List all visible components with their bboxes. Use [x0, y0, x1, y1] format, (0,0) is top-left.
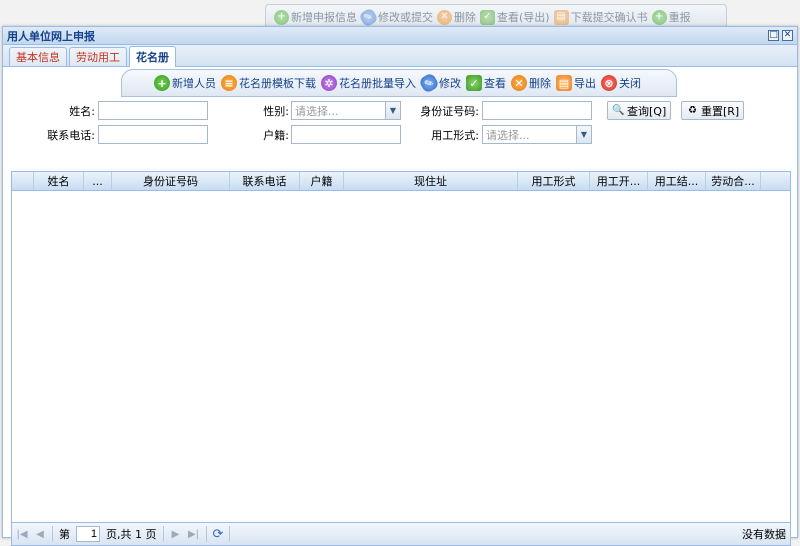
row-number-column: [12, 172, 34, 190]
last-page-icon[interactable]: ▶|: [188, 529, 200, 540]
next-page-icon[interactable]: ▶: [170, 529, 182, 540]
huji-label: 户籍:: [263, 129, 289, 142]
column-header[interactable]: ...: [84, 172, 112, 190]
roster-toolbar: + 新增人员 ≡ 花名册模板下载 ✲ 花名册批量导入 ✎ 修改 ✓ 查看 ✕ 删除 ▤ 导出 …: [121, 69, 677, 97]
column-header[interactable]: 用工开...: [590, 172, 648, 190]
grid-header: 姓名 ... 身份证号码 联系电话 户籍 现住址 用工形式 用工开... 用工结…: [11, 171, 791, 191]
chevron-down-icon[interactable]: ▼: [576, 126, 591, 143]
add-person-button[interactable]: + 新增人员: [154, 75, 216, 91]
plus-icon: +: [651, 9, 667, 25]
export-button[interactable]: ▤ 导出: [556, 75, 596, 91]
refresh-icon[interactable]: ⟳: [213, 527, 224, 542]
close-icon[interactable]: ✕: [782, 30, 793, 41]
divider: [229, 526, 231, 542]
bg-edit-button[interactable]: ✎ 修改或提交: [358, 6, 433, 28]
delete-button[interactable]: ✕ 删除: [511, 75, 551, 91]
batch-import-button[interactable]: ✲ 花名册批量导入: [321, 75, 416, 91]
maximize-icon[interactable]: □: [768, 30, 779, 41]
pagination-bar: |◀ ◀ 第 页,共 1 页 ▶ ▶| ⟳ 没有数据: [11, 522, 791, 546]
pencil-icon: ✎: [358, 6, 379, 28]
page-suffix: 页,共 1 页: [106, 528, 157, 541]
chevron-down-icon[interactable]: ▼: [385, 102, 400, 119]
reset-icon: ♻: [688, 105, 697, 116]
close-button[interactable]: ⊗ 关闭: [601, 75, 641, 91]
column-header[interactable]: 联系电话: [230, 172, 300, 190]
plus-icon: +: [274, 9, 289, 25]
name-input[interactable]: [98, 101, 208, 120]
prev-page-icon[interactable]: ◀: [34, 529, 46, 540]
divider: [162, 526, 164, 542]
close-circle-icon: ⊗: [601, 75, 617, 91]
tab-roster[interactable]: 花名册: [129, 46, 176, 67]
id-number-input[interactable]: [482, 101, 592, 120]
column-header[interactable]: 姓名: [34, 172, 84, 190]
id-number-label: 身份证号码:: [420, 105, 479, 118]
bg-delete-button[interactable]: ✕ 删除: [437, 9, 476, 25]
declaration-window: 用人单位网上申报 □ ✕ 基本信息 劳动用工 花名册 + 新增人员 ≡ 花名册模板下…: [2, 26, 798, 546]
column-header[interactable]: 户籍: [300, 172, 344, 190]
import-icon: ✲: [321, 75, 337, 91]
column-header[interactable]: 劳动合...: [706, 172, 761, 190]
page-prefix: 第: [59, 528, 70, 541]
employment-type-placeholder: 请选择...: [486, 128, 530, 142]
check-icon: ✓: [466, 75, 482, 91]
window-header[interactable]: 用人单位网上申报 □ ✕: [3, 27, 797, 45]
gender-label: 性别:: [263, 105, 289, 118]
delete-icon: ✕: [437, 9, 452, 25]
print-icon: ▤: [553, 9, 569, 25]
template-download-button[interactable]: ≡ 花名册模板下载: [221, 75, 316, 91]
name-label: 姓名:: [69, 105, 95, 118]
tab-basic-info[interactable]: 基本信息: [9, 47, 67, 66]
employment-type-label: 用工形式:: [431, 129, 479, 142]
phone-input[interactable]: [98, 125, 208, 144]
tab-labor-employment[interactable]: 劳动用工: [69, 47, 127, 66]
delete-icon: ✕: [511, 75, 527, 91]
huji-input[interactable]: [291, 125, 401, 144]
filler-column: [761, 172, 790, 190]
column-header[interactable]: 用工结...: [648, 172, 706, 190]
edit-button[interactable]: ✎ 修改: [418, 72, 461, 94]
query-button[interactable]: 🔍 查询[Q]: [607, 101, 672, 120]
view-button[interactable]: ✓ 查看: [466, 75, 506, 91]
list-icon: ≡: [221, 75, 237, 91]
print-icon: ▤: [556, 75, 572, 91]
column-header[interactable]: 用工形式: [518, 172, 590, 190]
bg-add-button[interactable]: + 新增申报信息: [274, 9, 357, 25]
bg-download-button[interactable]: ▤ 下载提交确认书: [553, 9, 648, 25]
pencil-icon: ✎: [418, 72, 440, 94]
column-header[interactable]: 身份证号码: [112, 172, 230, 190]
roster-panel: + 新增人员 ≡ 花名册模板下载 ✲ 花名册批量导入 ✎ 修改 ✓ 查看 ✕ 删除 ▤ 导出 …: [3, 67, 797, 546]
column-header[interactable]: 现住址: [344, 172, 518, 190]
bg-resubmit-button[interactable]: + 重报: [651, 9, 691, 25]
page-number-input[interactable]: [76, 526, 100, 542]
bg-view-button[interactable]: ✓ 查看(导出): [480, 9, 550, 25]
first-page-icon[interactable]: |◀: [16, 529, 28, 540]
window-title: 用人单位网上申报: [7, 29, 95, 43]
employment-type-select[interactable]: 请选择... ▼: [482, 125, 592, 144]
search-icon: 🔍: [612, 105, 625, 116]
divider: [205, 526, 207, 542]
reset-button[interactable]: ♻ 重置[R]: [681, 101, 745, 120]
grid-body[interactable]: [11, 191, 791, 522]
plus-icon: +: [154, 75, 170, 91]
divider: [52, 526, 53, 542]
gender-select[interactable]: 请选择... ▼: [291, 101, 401, 120]
tab-strip: 基本信息 劳动用工 花名册: [3, 45, 797, 67]
check-icon: ✓: [480, 9, 495, 25]
phone-label: 联系电话:: [47, 129, 95, 142]
pager-status: 没有数据: [742, 528, 786, 541]
gender-placeholder: 请选择...: [295, 104, 339, 118]
